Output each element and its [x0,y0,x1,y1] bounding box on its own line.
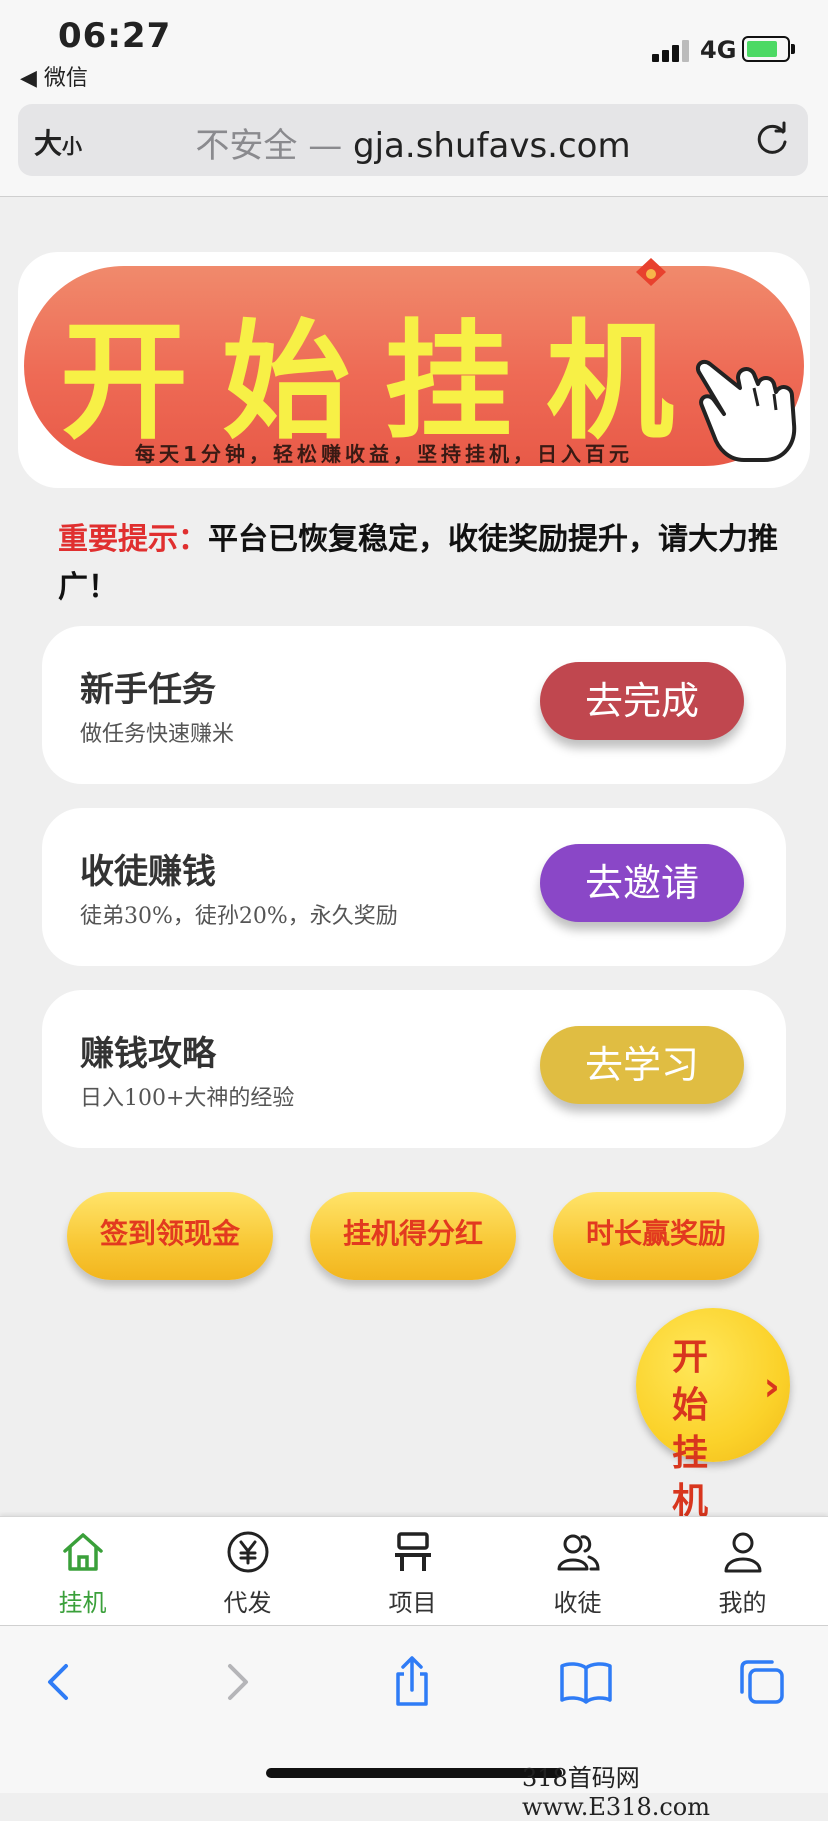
tabs-icon[interactable] [732,1652,792,1712]
hanging-dividend-button[interactable]: 挂机得分红 [310,1192,516,1280]
yuan-circle-icon [227,1531,269,1573]
insecure-label: 不安全 — [195,126,354,166]
card-desc: 做任务快速赚米 [80,722,235,747]
tab-projects[interactable]: 项目 [330,1517,495,1625]
notice-highlight: 重要提示： [58,522,208,557]
banner-subtitle: 每天1分钟，轻松赚收益，坚持挂机，日入百元 [135,442,633,466]
home-indicator [266,1768,562,1778]
card-desc: 日入100+大神的经验 [80,1086,295,1111]
battery-icon [742,36,795,62]
signal-icon [652,38,692,62]
bookmarks-icon[interactable] [556,1652,616,1712]
address-bar[interactable]: 大小 不安全 — gja.shufavs.com [18,104,808,176]
network-type: 4G [700,36,737,64]
task-card-guide: 赚钱攻略 日入100+大神的经验 去学习 [42,990,786,1148]
bottom-tab-bar: 挂机 代发 项目 收徒 我的 [0,1516,828,1625]
back-icon[interactable] [30,1652,90,1712]
share-icon[interactable] [382,1652,442,1712]
checkin-cash-button[interactable]: 签到领现金 [67,1192,273,1280]
users-icon [557,1534,600,1571]
go-complete-button[interactable]: 去完成 [540,662,744,740]
tab-daifa[interactable]: 代发 [165,1517,330,1625]
site-watermark: 318首码网 www.E318.com [522,1764,711,1821]
chevron-right-icon: › [763,1364,780,1410]
home-icon [63,1533,103,1571]
url-display[interactable]: 不安全 — gja.shufavs.com [18,118,808,167]
browser-address-area: 大小 不安全 — gja.shufavs.com [0,100,828,197]
tab-label: 收徒 [553,1589,602,1617]
task-card-newbie: 新手任务 做任务快速赚米 去完成 [42,626,786,784]
back-to-wechat-link[interactable]: ◀ 微信 [20,60,88,92]
status-bar: 06:27 ◀ 微信 4G [0,0,828,100]
task-card-invite: 收徒赚钱 徒弟30%，徒孙20%，永久奖励 去邀请 [42,808,786,966]
tab-mine[interactable]: 我的 [660,1517,825,1625]
reload-icon[interactable] [752,120,792,160]
ornament-icon [636,258,666,286]
banner-pill: 开始挂机 每天1分钟，轻松赚收益，坚持挂机，日入百元 [24,266,804,466]
tab-apprentice[interactable]: 收徒 [495,1517,660,1625]
card-title: 收徒赚钱 [80,852,216,892]
user-icon [724,1532,762,1573]
card-desc: 徒弟30%，徒孙20%，永久奖励 [80,904,398,929]
card-title: 赚钱攻略 [80,1034,216,1074]
pointing-hand-icon [695,359,797,462]
float-button-label: 开始挂机 [672,1337,719,1522]
tab-label: 代发 [223,1589,272,1617]
status-time: 06:27 [58,16,172,56]
banner-title: 开始挂机 [59,308,708,457]
go-learn-button[interactable]: 去学习 [540,1026,744,1104]
forward-icon[interactable] [206,1652,266,1712]
project-icon [395,1532,431,1571]
tab-label: 我的 [718,1589,767,1617]
tab-hanging[interactable]: 挂机 [0,1517,165,1625]
go-invite-button[interactable]: 去邀请 [540,844,744,922]
tab-label: 挂机 [58,1589,107,1617]
url-domain: gja.shufavs.com [353,126,631,166]
start-hanging-float-button[interactable]: 开始挂机 › [636,1308,790,1522]
card-title: 新手任务 [80,670,216,710]
duration-reward-button[interactable]: 时长赢奖励 [553,1192,759,1280]
important-notice: 重要提示：平台已恢复稳定，收徒奖励提升，请大力推广！ [58,516,778,612]
tab-label: 项目 [388,1589,437,1617]
start-hanging-banner[interactable]: 开始挂机 每天1分钟，轻松赚收益，坚持挂机，日入百元 [18,252,810,488]
